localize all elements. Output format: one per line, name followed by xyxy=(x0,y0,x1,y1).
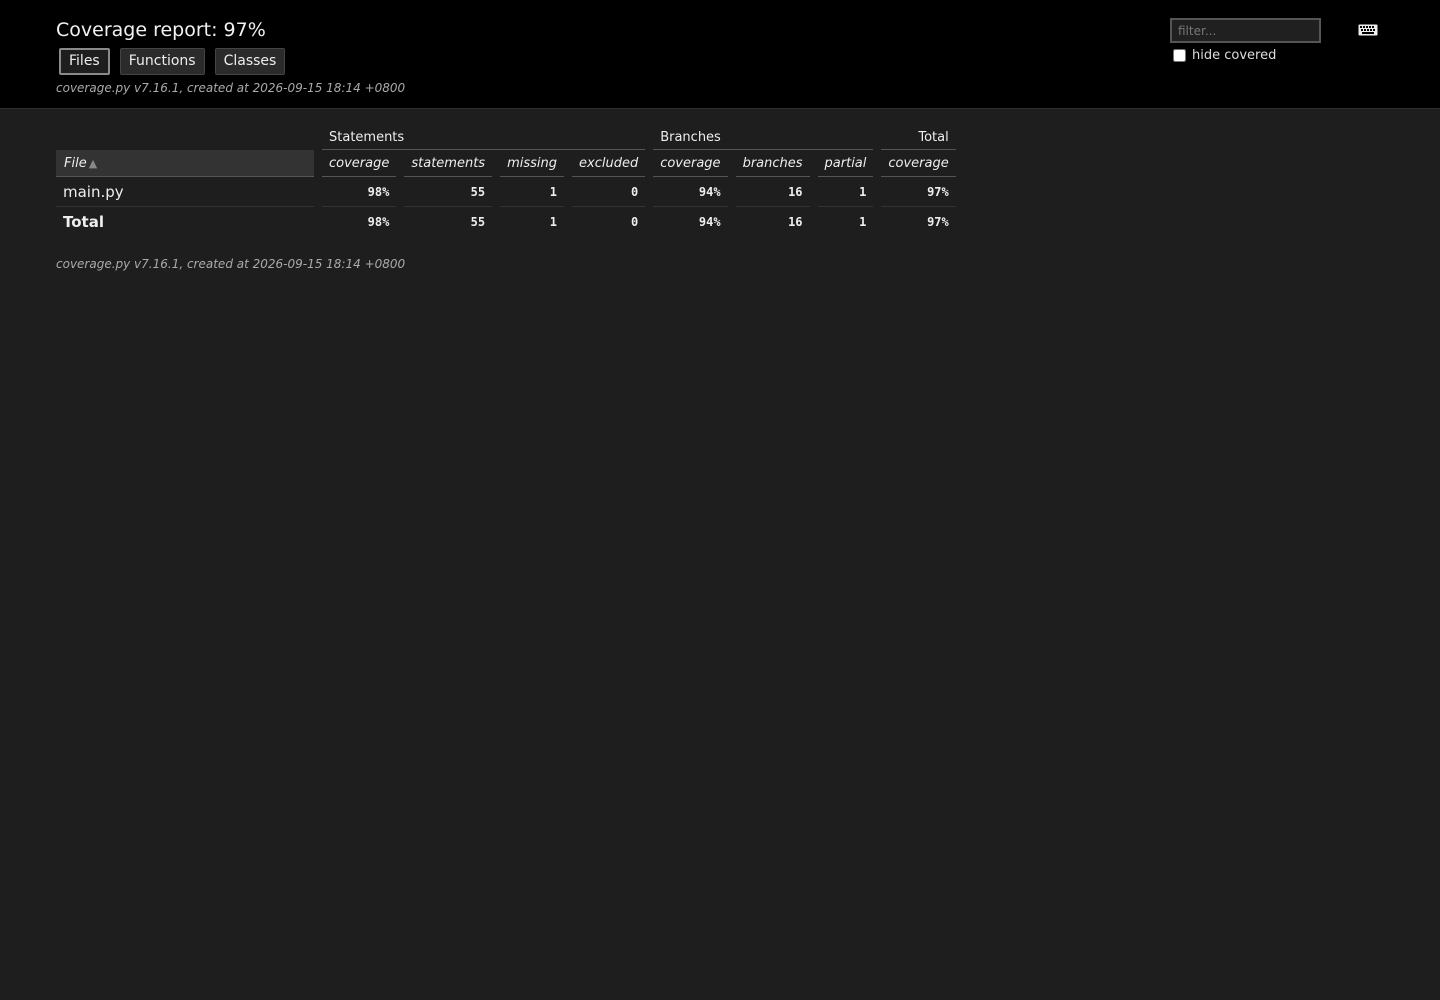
total-excluded-cell: 0 xyxy=(630,215,639,229)
total-group-header: Total xyxy=(881,126,956,150)
column-header-branches[interactable]: branches xyxy=(735,150,810,177)
created-info: coverage.py v7.16.1, created at 2026-09-… xyxy=(56,81,406,95)
header-spacer xyxy=(56,126,314,150)
report-header: Coverage report: 97% Files Functions Cla… xyxy=(0,0,1440,109)
branches-cell: 16 xyxy=(735,177,810,207)
column-header-file[interactable]: File ▲ xyxy=(56,150,314,177)
total-coverage-cell: 97% xyxy=(881,177,956,207)
hide-covered-label: hide covered xyxy=(1192,48,1277,63)
total-row: Total 98% 55 1 0 94% 16 1 97% xyxy=(56,207,956,237)
view-tabs: Files Functions Classes xyxy=(59,48,286,75)
page-title: Coverage report: 97% xyxy=(56,19,266,41)
column-header-partial[interactable]: partial xyxy=(817,150,874,177)
total-partial-cell: 1 xyxy=(859,215,867,229)
report-main: Statements Branches Total File ▲ coverage… xyxy=(48,126,964,271)
file-link[interactable]: main.py xyxy=(63,183,124,201)
file-header-label: File xyxy=(64,155,87,171)
tab-classes[interactable]: Classes xyxy=(214,48,286,75)
keyboard-icon[interactable] xyxy=(1358,21,1378,40)
column-header-statements[interactable]: statements xyxy=(404,150,493,177)
missing-cell: 1 xyxy=(500,177,564,207)
column-header-branch-coverage[interactable]: coverage xyxy=(653,150,728,177)
excluded-cell: 0 xyxy=(572,177,646,207)
hide-covered-checkbox[interactable] xyxy=(1173,49,1186,62)
hide-covered-toggle[interactable]: hide covered xyxy=(1173,48,1276,63)
table-row: main.py 98% 55 1 0 94% 16 1 97% xyxy=(56,177,956,207)
total-branches-cell: 16 xyxy=(788,215,803,229)
partial-cell: 1 xyxy=(817,177,874,207)
file-name-cell: main.py xyxy=(56,177,314,207)
statement-coverage-cell: 98% xyxy=(322,177,397,207)
branch-coverage-cell: 94% xyxy=(653,177,728,207)
branches-group-header: Branches xyxy=(653,126,874,150)
total-label: Total xyxy=(63,213,104,231)
total-statement-coverage-cell: 98% xyxy=(367,215,390,229)
tab-functions[interactable]: Functions xyxy=(119,48,205,75)
total-missing-cell: 1 xyxy=(549,215,557,229)
coverage-table: Statements Branches Total File ▲ coverage… xyxy=(48,126,964,237)
column-header-excluded[interactable]: excluded xyxy=(572,150,646,177)
filter-input[interactable] xyxy=(1170,18,1321,43)
sort-ascending-icon: ▲ xyxy=(88,156,98,170)
statements-group-header: Statements xyxy=(322,126,646,150)
total-total-coverage-cell: 97% xyxy=(927,215,949,229)
statements-cell: 55 xyxy=(404,177,493,207)
column-header-statement-coverage[interactable]: coverage xyxy=(322,150,397,177)
column-header-missing[interactable]: missing xyxy=(500,150,564,177)
total-branch-coverage-cell: 94% xyxy=(698,215,721,229)
tab-files[interactable]: Files xyxy=(59,48,110,75)
total-statements-cell: 55 xyxy=(470,215,486,229)
column-header-total-coverage[interactable]: coverage xyxy=(881,150,956,177)
footer-created-info: coverage.py v7.16.1, created at 2026-09-… xyxy=(56,257,406,271)
